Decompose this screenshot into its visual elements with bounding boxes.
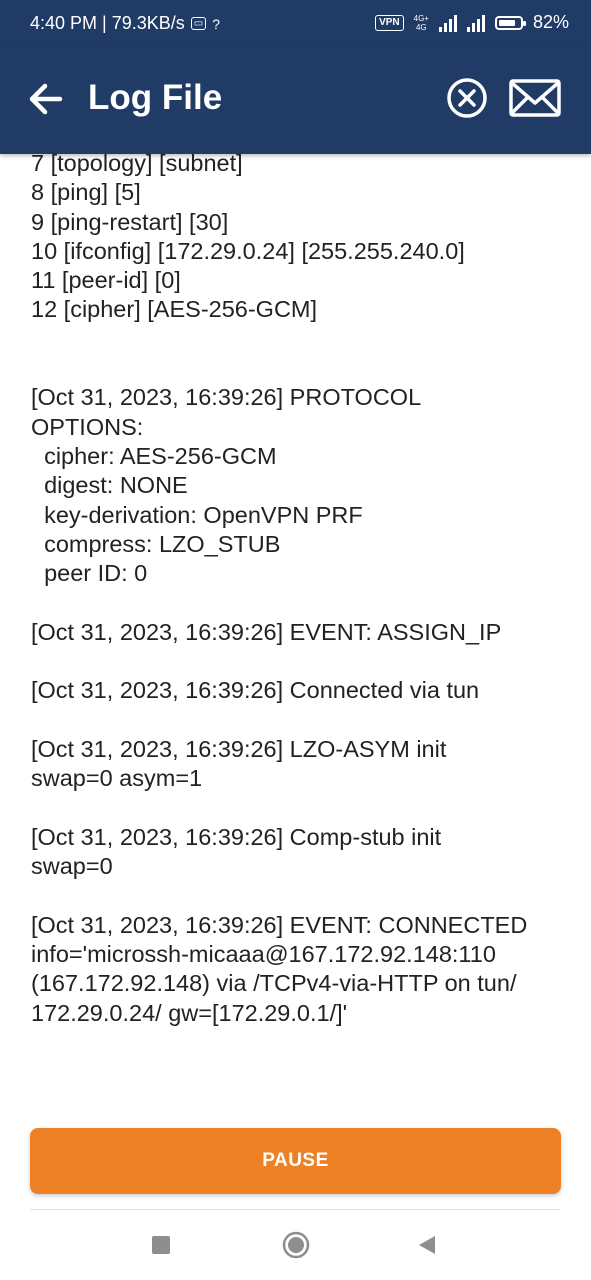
status-bar: 4:40 PM | 79.3KB/s ▭ ? VPN 4G+ 4G 82% [0,0,591,44]
send-log-button[interactable] [508,76,562,120]
status-left: 4:40 PM | 79.3KB/s ▭ ? [30,13,220,34]
status-time-speed: 4:40 PM | 79.3KB/s [30,13,185,33]
clear-log-button[interactable] [445,76,489,120]
signal-icon-1 [438,14,457,32]
log-text: 7 [topology] [subnet] 8 [ping] [5] 9 [pi… [31,154,528,1026]
close-circle-icon [447,78,487,118]
signal-icon-2 [466,14,485,32]
log-scroll-area[interactable]: 7 [topology] [subnet] 8 [ping] [5] 9 [pi… [0,154,591,1114]
page-title: Log File [88,78,223,117]
back-triangle-icon[interactable] [417,1234,437,1256]
app-bar: Log File [0,44,591,154]
arrow-left-icon [29,83,63,115]
back-button[interactable] [24,76,70,122]
triangle-back-icon [419,1236,435,1254]
pause-button[interactable]: PAUSE [30,1128,561,1194]
battery-icon [494,15,526,30]
vpn-badge: VPN [375,14,404,31]
keyboard-icon: ▭ [190,17,207,30]
recents-square-icon[interactable] [152,1236,170,1254]
envelope-icon [509,79,561,117]
circle-icon [282,1231,310,1259]
system-nav-bar [0,1210,591,1280]
wifi-question-icon: ? [212,15,221,32]
network-type-bottom: 4G [415,22,427,32]
home-circle-icon[interactable] [282,1231,310,1259]
network-type-top: 4G+ [413,13,429,23]
status-right: VPN 4G+ 4G 82% [375,12,569,33]
battery-percent: 82% [532,12,569,32]
network-type: 4G+ 4G [414,14,429,32]
battery-fill [498,19,516,26]
